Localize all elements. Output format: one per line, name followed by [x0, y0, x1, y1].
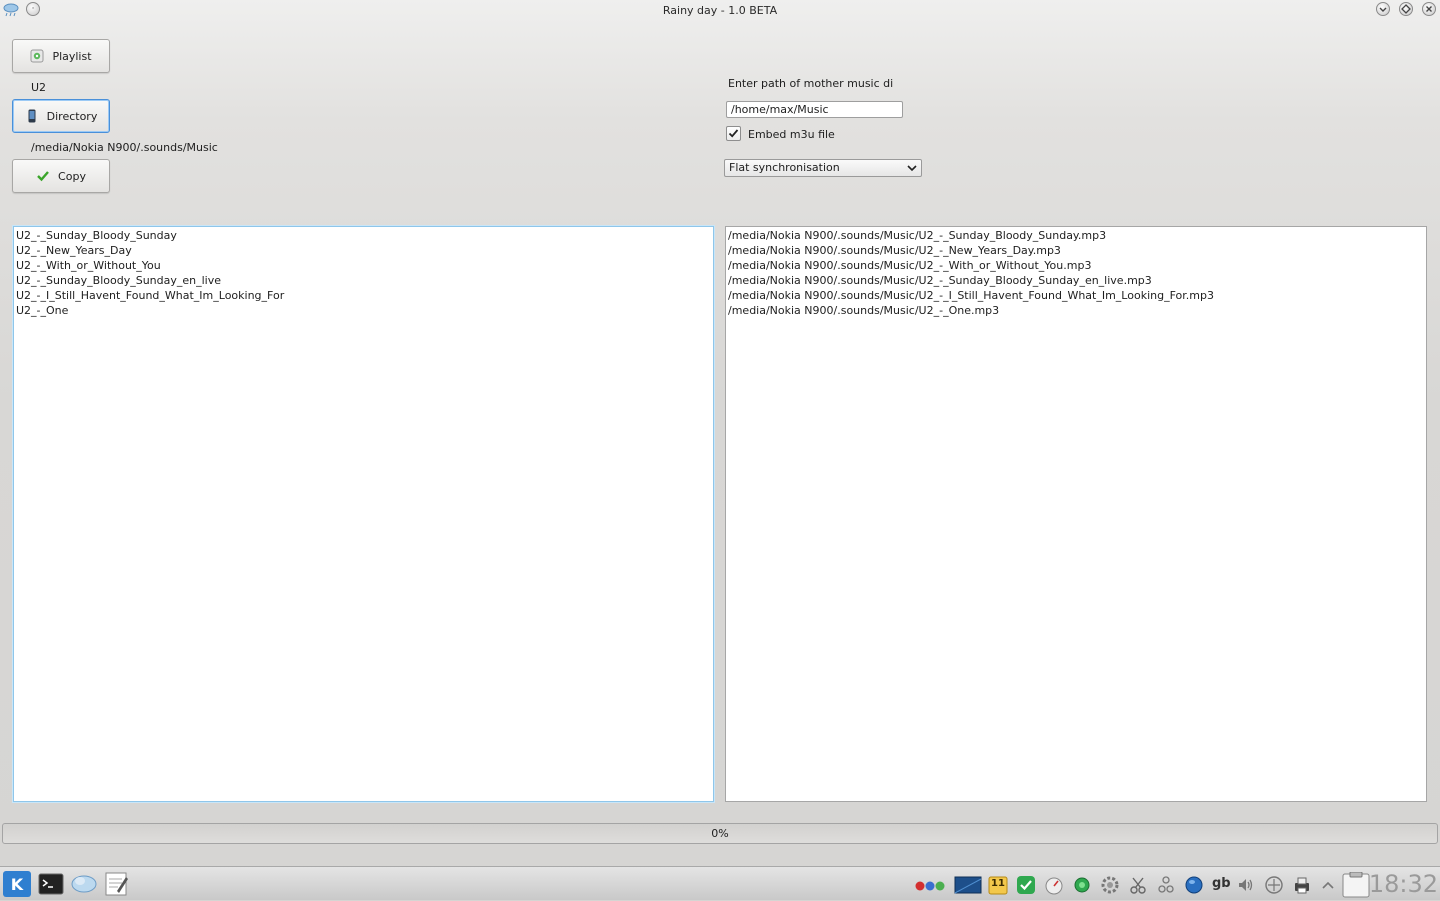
- tray-expand-arrow-icon[interactable]: [1318, 875, 1338, 895]
- checkmark-icon: [36, 169, 50, 183]
- list-item[interactable]: /media/Nokia N900/.sounds/Music/U2_-_Wit…: [728, 258, 1424, 273]
- sync-mode-selected: Flat synchronisation: [729, 161, 840, 174]
- directory-button[interactable]: Directory: [12, 99, 110, 133]
- list-item[interactable]: U2_-_With_or_Without_You: [16, 258, 711, 273]
- bluetooth-icon[interactable]: [1156, 875, 1176, 895]
- terminal-icon[interactable]: [38, 871, 64, 897]
- kde-menu-icon[interactable]: K: [2, 870, 32, 898]
- clipboard-icon[interactable]: [1340, 871, 1372, 898]
- volume-icon[interactable]: [1236, 875, 1256, 895]
- list-item[interactable]: U2_-_Sunday_Bloody_Sunday_en_live: [16, 273, 711, 288]
- copy-progress-bar: 0%: [2, 823, 1438, 844]
- window-title: Rainy day - 1.0 BETA: [662, 4, 778, 17]
- destination-path-list[interactable]: /media/Nokia N900/.sounds/Music/U2_-_Sun…: [725, 226, 1427, 802]
- gear-icon[interactable]: [1100, 875, 1120, 895]
- keyboard-layout-indicator[interactable]: gb: [1212, 876, 1232, 896]
- list-item[interactable]: U2_-_One: [16, 303, 711, 318]
- playlist-icon: [30, 49, 44, 63]
- chevron-down-icon: [907, 165, 917, 172]
- wired-network-icon[interactable]: [1264, 875, 1284, 895]
- source-track-list[interactable]: U2_-_Sunday_Bloody_Sunday U2_-_New_Years_…: [13, 226, 714, 802]
- close-icon: [1426, 6, 1432, 12]
- printer-icon[interactable]: [1292, 875, 1312, 895]
- phone-icon: [25, 109, 39, 123]
- app-window: · Rainy day - 1.0 BETA Playlist U2 Direc…: [0, 0, 1440, 866]
- close-button[interactable]: [1422, 2, 1436, 16]
- title-bar[interactable]: · Rainy day - 1.0 BETA: [0, 0, 1440, 22]
- playlist-value: U2: [31, 81, 47, 94]
- scissors-icon[interactable]: [1128, 875, 1148, 895]
- directory-value: /media/Nokia N900/.sounds/Music: [31, 141, 218, 154]
- update-ok-icon[interactable]: [1016, 875, 1036, 895]
- color-dots-icon[interactable]: [914, 875, 950, 895]
- list-item[interactable]: /media/Nokia N900/.sounds/Music/U2_-_I_S…: [728, 288, 1424, 303]
- desktop-pager-icon[interactable]: [954, 875, 982, 895]
- list-item[interactable]: U2_-_I_Still_Havent_Found_What_Im_Lookin…: [16, 288, 711, 303]
- network-status-icon[interactable]: [1072, 875, 1092, 895]
- clock[interactable]: 18:32: [1369, 870, 1438, 898]
- diamond-icon: [1401, 4, 1411, 14]
- list-item[interactable]: /media/Nokia N900/.sounds/Music/U2_-_Sun…: [728, 273, 1424, 288]
- list-item[interactable]: /media/Nokia N900/.sounds/Music/U2_-_Sun…: [728, 228, 1424, 243]
- calendar-icon[interactable]: 11: [988, 875, 1008, 895]
- list-item[interactable]: /media/Nokia N900/.sounds/Music/U2_-_One…: [728, 303, 1424, 318]
- music-path-input[interactable]: /home/max/Music: [726, 101, 903, 118]
- list-item[interactable]: U2_-_New_Years_Day: [16, 243, 711, 258]
- embed-m3u-label: Embed m3u file: [748, 128, 835, 141]
- playlist-button-label: Playlist: [52, 49, 92, 63]
- minimize-button[interactable]: [1376, 2, 1390, 16]
- taskbar: K 11 gb 18:32: [0, 866, 1440, 900]
- chevron-down-icon: [1379, 7, 1387, 12]
- copy-button-label: Copy: [58, 169, 86, 183]
- embed-m3u-checkbox[interactable]: [726, 126, 741, 141]
- directory-button-label: Directory: [46, 109, 98, 123]
- svg-text:K: K: [11, 875, 24, 894]
- maximize-button[interactable]: [1399, 2, 1413, 16]
- calendar-day: 11: [991, 878, 1005, 889]
- copy-button[interactable]: Copy: [12, 159, 110, 193]
- list-item[interactable]: U2_-_Sunday_Bloody_Sunday: [16, 228, 711, 243]
- globe-icon[interactable]: [1184, 875, 1204, 895]
- list-item[interactable]: /media/Nokia N900/.sounds/Music/U2_-_New…: [728, 243, 1424, 258]
- playlist-button[interactable]: Playlist: [12, 39, 110, 73]
- speedometer-icon[interactable]: [1044, 875, 1064, 895]
- progress-text: 0%: [711, 827, 729, 840]
- rain-cloud-icon[interactable]: [70, 871, 97, 897]
- checkmark-icon: [728, 129, 739, 138]
- text-editor-icon[interactable]: [103, 871, 129, 897]
- sync-mode-select[interactable]: Flat synchronisation: [724, 159, 922, 177]
- path-label: Enter path of mother music di: [728, 77, 894, 90]
